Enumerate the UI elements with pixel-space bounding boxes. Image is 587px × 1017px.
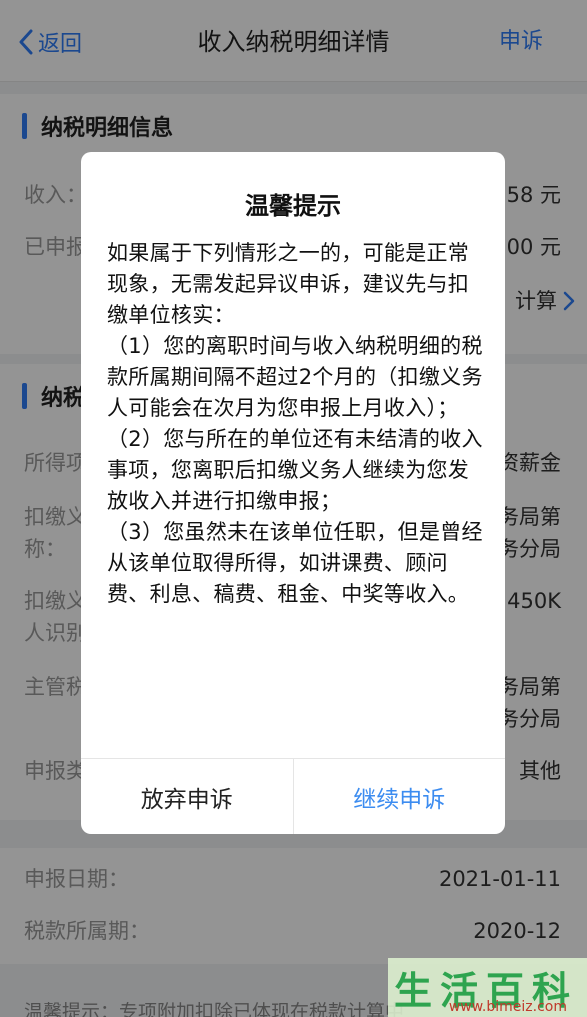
watermark-url: www.bimeiz.com <box>448 999 567 1015</box>
watermark: 生活百科 www.bimeiz.com <box>388 958 587 1017</box>
dialog-footer: 放弃申诉 继续申诉 <box>81 758 505 834</box>
dialog-paragraph: （2）您与所在的单位还有未结清的收入事项，您离职后扣缴义务人继续为您发放收入并进… <box>107 427 483 513</box>
dialog-paragraph: （1）您的离职时间与收入纳税明细的税款所属期间隔不超过2个月的（扣缴义务人可能会… <box>107 334 483 420</box>
dialog-paragraph: 如果属于下列情形之一的，可能是正常现象，无需发起异议申诉，建议先与扣缴单位核实： <box>107 241 470 327</box>
appeal-notice-dialog: 温馨提示 如果属于下列情形之一的，可能是正常现象，无需发起异议申诉，建议先与扣缴… <box>81 152 505 834</box>
continue-appeal-button[interactable]: 继续申诉 <box>294 759 506 834</box>
cancel-appeal-button[interactable]: 放弃申诉 <box>81 759 294 834</box>
dialog-paragraph: （3）您虽然未在该单位任职，但是曾经从该单位取得所得，如讲课费、顾问费、利息、稿… <box>107 520 483 606</box>
dialog-body: 如果属于下列情形之一的，可能是正常现象，无需发起异议申诉，建议先与扣缴单位核实：… <box>107 238 483 610</box>
dialog-title: 温馨提示 <box>245 192 341 220</box>
